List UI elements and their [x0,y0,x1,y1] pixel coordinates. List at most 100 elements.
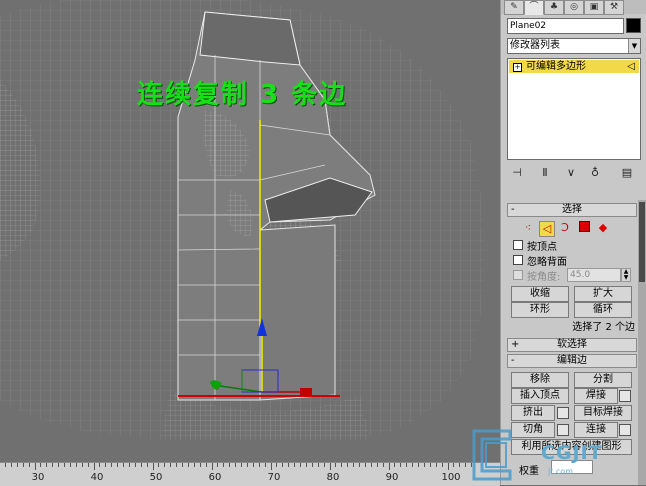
stack-item-label: 可编辑多边形 [526,61,586,72]
modifier-stack[interactable]: + 可编辑多边形 ◁ [507,58,641,160]
remove-modifier-icon[interactable]: ♁ [587,165,603,181]
angle-input[interactable]: 45.0 [567,268,621,282]
watermark-text: CGJIT [541,442,603,464]
angle-spinner-icon[interactable]: ▲ ▼ [621,268,631,282]
element-mode-icon[interactable]: ◆ [596,221,610,235]
ruler-tick [52,463,54,467]
soft-selection-rollout-header[interactable]: + 软选择 [507,338,637,352]
by-angle-checkbox[interactable] [513,270,523,280]
stack-item-editable-poly[interactable]: + 可编辑多边形 ◁ [509,60,639,73]
watermark-subtext: jt.com [548,467,573,476]
ruler-tick [359,463,360,467]
ruler-tick [459,463,461,467]
ruler-tick [205,463,207,467]
modifier-list-label: 修改器列表 [510,40,560,51]
ignore-backfacing-checkbox[interactable] [513,255,523,265]
configure-sets-icon[interactable]: ▤ [619,165,635,181]
ruler-tick [134,463,136,467]
ruler-tick [364,463,366,467]
ruler-tick [5,463,6,467]
chevron-down-icon[interactable]: ▼ [628,39,640,53]
ruler-tick [335,463,337,467]
remove-button[interactable]: 移除 [511,372,569,388]
make-unique-icon[interactable]: ∨ [563,165,579,181]
modify-tab-icon[interactable]: ⌒ [524,0,544,15]
shrink-button[interactable]: 收缩 [511,286,569,302]
ruler-tick [10,463,12,467]
ruler-tick [152,463,154,470]
polygon-mode-icon[interactable] [577,221,591,235]
overlay-caption: 连续复制 3 条边 [137,80,348,110]
ruler-tick [276,463,278,467]
extrude-settings-icon[interactable] [557,407,569,419]
perspective-viewport[interactable]: 连续复制 3 条边 [0,0,500,462]
ruler-tick [193,463,195,467]
split-button[interactable]: 分割 [574,372,632,388]
ruler-tick [22,463,24,467]
ruler-tick [146,463,148,467]
ruler-label: 40 [90,472,104,483]
edit-edges-rollout-header[interactable]: - 编辑边 [507,354,637,368]
selection-count-text: 选择了 2 个边 [572,322,635,333]
ruler-tick [264,463,266,467]
utilities-tab-icon[interactable]: ⚒ [604,0,624,15]
ruler-tick [282,463,284,467]
expand-icon[interactable]: + [513,63,522,72]
mesh-canvas[interactable] [0,0,500,462]
show-end-result-icon[interactable]: Ⅱ [537,165,553,181]
edge-mode-icon[interactable]: ◁ [539,221,555,237]
ruler-tick [93,463,95,470]
ruler-tick [81,463,83,467]
grow-button[interactable]: 扩大 [574,286,632,302]
ruler-tick [382,463,384,467]
ruler-tick [323,463,325,467]
insert-vertex-button[interactable]: 插入顶点 [511,388,569,404]
display-tab-icon[interactable]: ▣ [584,0,604,15]
weld-settings-icon[interactable] [619,390,631,402]
ruler-tick [69,463,71,467]
ruler-tick [370,463,372,467]
time-ruler[interactable]: 30 40 50 60 70 80 90 100 [0,462,500,486]
loop-button[interactable]: 循环 [574,302,632,318]
ruler-tick [388,463,390,470]
weld-button[interactable]: 焊接 [574,388,618,404]
ruler-tick [229,463,231,467]
selection-rollout-header[interactable]: - 选择 [507,203,637,217]
scrollbar-thumb[interactable] [639,202,645,282]
target-weld-button[interactable]: 目标焊接 [574,405,632,421]
ruler-tick [453,463,455,467]
by-vertex-checkbox[interactable] [513,240,523,250]
motion-tab-icon[interactable]: ◎ [564,0,584,15]
ruler-tick [64,463,65,467]
ruler-tick [270,463,272,470]
pin-stack-icon[interactable]: ⊣ [509,165,525,181]
create-tab-icon[interactable]: ✎ [504,0,524,15]
border-mode-icon[interactable]: Ɔ [558,221,572,235]
ruler-tick [394,463,396,467]
ruler-tick [246,463,248,467]
ruler-tick [140,463,142,467]
ruler-tick [182,463,183,467]
modifier-list-dropdown[interactable]: 修改器列表 ▼ [507,38,641,54]
ruler-tick [235,463,237,467]
ruler-tick [223,463,225,467]
by-vertex-label: 按顶点 [527,242,557,253]
ruler-tick [58,463,60,467]
object-name-field[interactable]: Plane02 [507,18,624,34]
ring-button[interactable]: 环形 [511,302,569,318]
ruler-tick [412,463,414,467]
ruler-label: 90 [385,472,399,483]
ruler-tick [158,463,160,467]
object-color-swatch[interactable] [626,18,641,33]
vertex-mode-icon[interactable]: ⁖ [521,221,535,235]
ruler-tick [252,463,254,467]
ruler-tick [199,463,201,467]
extrude-button[interactable]: 挤出 [511,405,555,421]
ruler-tick [123,463,124,467]
ruler-tick [176,463,178,467]
hierarchy-tab-icon[interactable]: ♣ [544,0,564,15]
ruler-tick [329,463,331,470]
ruler-tick [406,463,408,467]
triangle-icon: ◁ [627,61,635,72]
ruler-label: 100 [441,472,461,483]
